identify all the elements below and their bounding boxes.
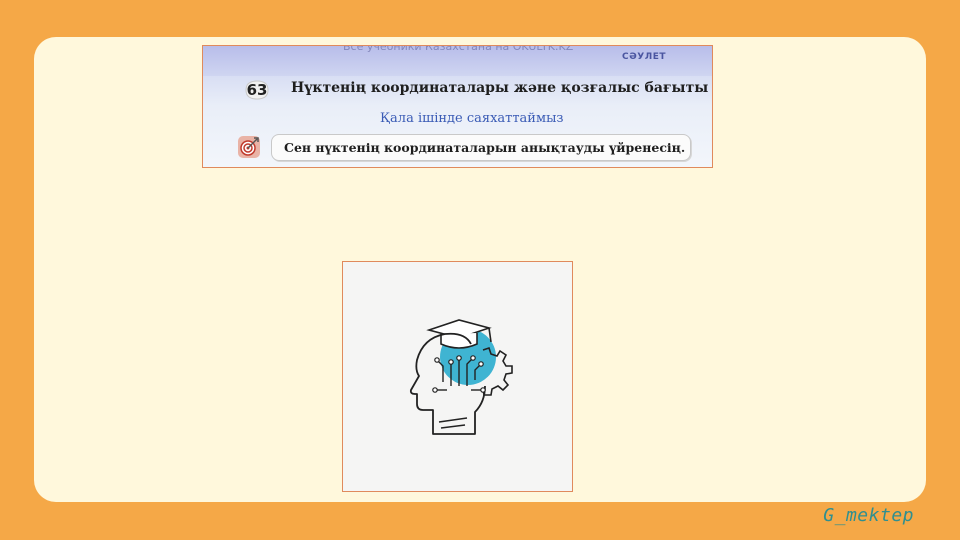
lesson-title: Нүктенің координаталары және қозғалыс ба… xyxy=(291,80,709,96)
g-mektep-logo: G_mektep xyxy=(823,505,914,526)
textbook-banner: Все учебники Казахстана на OKULYK.KZ СӘУ… xyxy=(202,45,713,168)
learning-goal-box: Сен нүктенің координаталарын анықтауды ү… xyxy=(271,134,691,161)
illustration-panel xyxy=(342,261,573,492)
head-circuit-gear-icon xyxy=(409,319,513,435)
target-icon xyxy=(238,136,260,158)
banner-faded-header: Все учебники Казахстана на OKULYK.KZ xyxy=(343,45,574,53)
section-tag: СӘУЛЕТ xyxy=(622,52,666,62)
lesson-number: 63 xyxy=(243,79,271,101)
lesson-number-text: 63 xyxy=(246,81,268,99)
lesson-subtitle: Қала ішінде саяхаттаймыз xyxy=(380,111,564,126)
